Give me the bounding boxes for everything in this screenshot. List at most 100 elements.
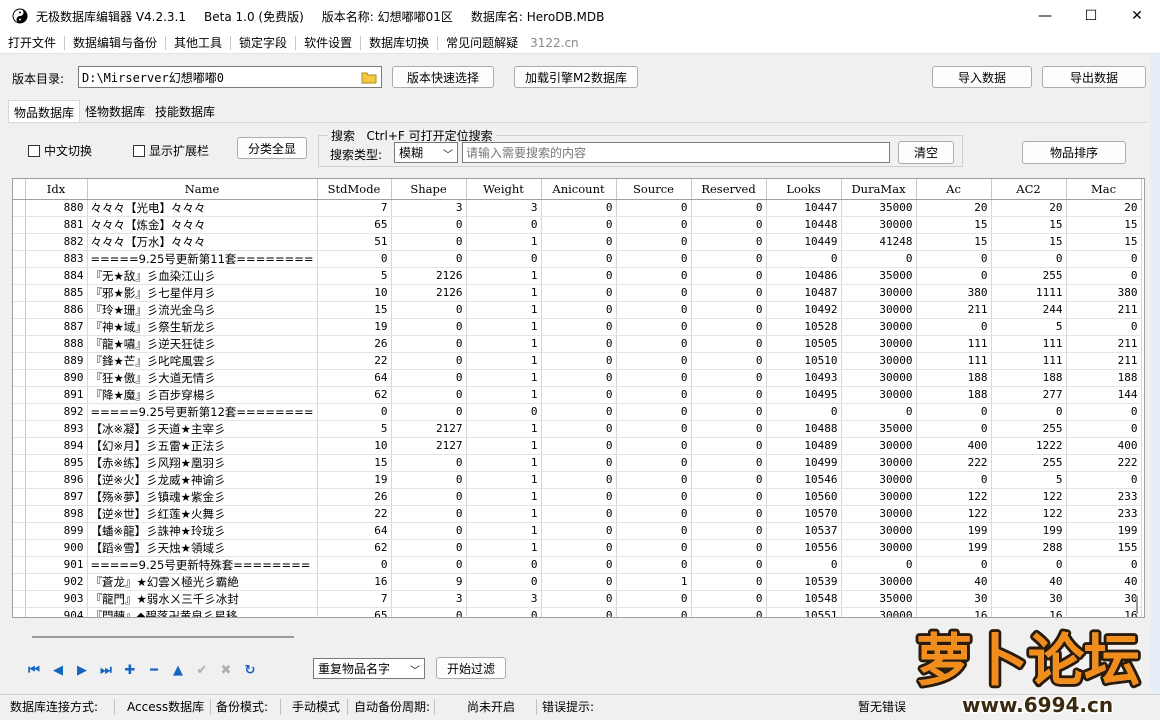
cell-ac[interactable]: 122 bbox=[916, 488, 992, 506]
cell-looks[interactable]: 10487 bbox=[766, 284, 842, 302]
cell-reserved[interactable]: 0 bbox=[691, 505, 767, 523]
row-indicator[interactable] bbox=[13, 216, 26, 234]
row-indicator[interactable] bbox=[13, 505, 26, 523]
row-indicator[interactable] bbox=[13, 573, 26, 591]
cell-idx[interactable]: 900 bbox=[25, 539, 88, 557]
table-row[interactable]: 895 【赤※练】彡风翔★凰羽彡 15 0 1 0 0 0 10499 30000 222 255 22… bbox=[13, 454, 1142, 472]
cell-reserved[interactable]: 0 bbox=[691, 454, 767, 472]
cell-idx[interactable]: 882 bbox=[25, 233, 88, 251]
row-indicator[interactable] bbox=[13, 539, 26, 557]
cell-duramax[interactable]: 30000 bbox=[841, 369, 917, 387]
table-row[interactable]: 880 々々々【光电】々々々 7 3 3 0 0 0 10447 35000 20 20 20 bbox=[13, 199, 1142, 217]
cell-reserved[interactable]: 0 bbox=[691, 573, 767, 591]
maximize-button[interactable]: ☐ bbox=[1068, 0, 1114, 32]
cell-ac2[interactable]: 199 bbox=[991, 522, 1067, 540]
menu-faq[interactable]: 常见问题解疑 bbox=[438, 34, 526, 51]
column-header-anicount[interactable]: Anicount bbox=[541, 179, 617, 200]
cell-looks[interactable]: 10486 bbox=[766, 267, 842, 285]
cell-name[interactable]: 『神★域』彡祭生斩龙彡 bbox=[87, 318, 318, 336]
row-indicator[interactable] bbox=[13, 454, 26, 472]
cell-duramax[interactable]: 30000 bbox=[841, 522, 917, 540]
cell-reserved[interactable]: 0 bbox=[691, 471, 767, 489]
cell-weight[interactable]: 1 bbox=[466, 454, 542, 472]
cell-source[interactable]: 0 bbox=[616, 335, 692, 353]
row-indicator[interactable] bbox=[13, 301, 26, 319]
row-indicator[interactable] bbox=[13, 488, 26, 506]
first-icon[interactable]: ⏮ bbox=[22, 660, 46, 680]
cell-name[interactable]: 【冰※凝】彡天道★主宰彡 bbox=[87, 420, 318, 438]
cell-source[interactable]: 0 bbox=[616, 505, 692, 523]
cell-mac[interactable]: 0 bbox=[1066, 250, 1142, 268]
cell-name[interactable]: 【幻※月】彡五雷★正法彡 bbox=[87, 437, 318, 455]
cell-reserved[interactable]: 0 bbox=[691, 250, 767, 268]
cell-weight[interactable]: 1 bbox=[466, 301, 542, 319]
cell-weight[interactable]: 0 bbox=[466, 216, 542, 234]
cell-name[interactable]: 【蟠※龍】彡誅神★玲珑彡 bbox=[87, 522, 318, 540]
cell-stdmode[interactable]: 16 bbox=[317, 573, 392, 591]
cell-ac2[interactable]: 1222 bbox=[991, 437, 1067, 455]
cell-ac2[interactable]: 255 bbox=[991, 420, 1067, 438]
cell-mac[interactable]: 155 bbox=[1066, 539, 1142, 557]
table-row[interactable]: 886 『玲★珊』彡流光金乌彡 15 0 1 0 0 0 10492 30000 211 244 211 bbox=[13, 301, 1142, 319]
cell-mac[interactable]: 0 bbox=[1066, 318, 1142, 336]
cell-anicount[interactable]: 0 bbox=[541, 216, 617, 234]
cell-stdmode[interactable]: 0 bbox=[317, 403, 392, 421]
cell-source[interactable]: 0 bbox=[616, 250, 692, 268]
cell-weight[interactable]: 0 bbox=[466, 250, 542, 268]
row-indicator[interactable] bbox=[13, 233, 26, 251]
cell-ac2[interactable]: 15 bbox=[991, 216, 1067, 234]
cell-duramax[interactable]: 30000 bbox=[841, 437, 917, 455]
menu-lock-fields[interactable]: 锁定字段 bbox=[231, 34, 295, 51]
cell-source[interactable]: 0 bbox=[616, 267, 692, 285]
cell-weight[interactable]: 1 bbox=[466, 471, 542, 489]
cell-mac[interactable]: 0 bbox=[1066, 267, 1142, 285]
cell-name[interactable]: 『狂★傲』彡大道无情彡 bbox=[87, 369, 318, 387]
cell-ac2[interactable]: 188 bbox=[991, 369, 1067, 387]
cell-mac[interactable]: 211 bbox=[1066, 352, 1142, 370]
cell-shape[interactable]: 0 bbox=[391, 318, 467, 336]
cell-mac[interactable]: 400 bbox=[1066, 437, 1142, 455]
show-all-button[interactable]: 分类全显 bbox=[237, 137, 307, 159]
cell-looks[interactable]: 10505 bbox=[766, 335, 842, 353]
cell-looks[interactable]: 10551 bbox=[766, 607, 842, 617]
cell-source[interactable]: 0 bbox=[616, 386, 692, 404]
menu-edit-backup[interactable]: 数据编辑与备份 bbox=[65, 34, 165, 51]
cell-looks[interactable]: 10499 bbox=[766, 454, 842, 472]
cell-anicount[interactable]: 0 bbox=[541, 335, 617, 353]
cell-ac2[interactable]: 122 bbox=[991, 505, 1067, 523]
cell-reserved[interactable]: 0 bbox=[691, 386, 767, 404]
cell-ac[interactable]: 15 bbox=[916, 216, 992, 234]
cell-shape[interactable]: 2127 bbox=[391, 437, 467, 455]
table-row[interactable]: 900 【蹈※雪】彡天烛★領域彡 62 0 1 0 0 0 10556 30000 199 288 15… bbox=[13, 539, 1142, 557]
cell-reserved[interactable]: 0 bbox=[691, 556, 767, 574]
tab-skills[interactable]: 技能数据库 bbox=[150, 100, 220, 122]
cell-duramax[interactable]: 30000 bbox=[841, 284, 917, 302]
table-row[interactable]: 890 『狂★傲』彡大道无情彡 64 0 1 0 0 0 10493 30000 188 188 188 bbox=[13, 369, 1142, 387]
cell-reserved[interactable]: 0 bbox=[691, 216, 767, 234]
row-indicator[interactable] bbox=[13, 352, 26, 370]
cell-duramax[interactable]: 35000 bbox=[841, 267, 917, 285]
cell-shape[interactable]: 0 bbox=[391, 250, 467, 268]
cell-mac[interactable]: 0 bbox=[1066, 403, 1142, 421]
cell-weight[interactable]: 1 bbox=[466, 352, 542, 370]
cell-idx[interactable]: 886 bbox=[25, 301, 88, 319]
cell-anicount[interactable]: 0 bbox=[541, 437, 617, 455]
cell-anicount[interactable]: 0 bbox=[541, 471, 617, 489]
cell-ac[interactable]: 188 bbox=[916, 386, 992, 404]
cell-anicount[interactable]: 0 bbox=[541, 607, 617, 617]
cell-mac[interactable]: 0 bbox=[1066, 471, 1142, 489]
cell-mac[interactable]: 199 bbox=[1066, 522, 1142, 540]
item-grid[interactable]: Idx Name StdMode Shape Weight Anicount Source R… bbox=[12, 178, 1145, 618]
cell-stdmode[interactable]: 19 bbox=[317, 318, 392, 336]
cell-source[interactable]: 0 bbox=[616, 284, 692, 302]
cell-duramax[interactable]: 30000 bbox=[841, 573, 917, 591]
filter-type-select[interactable]: 重复物品名字 ﹀ bbox=[313, 658, 425, 679]
close-button[interactable]: ✕ bbox=[1114, 0, 1160, 32]
cell-duramax[interactable]: 30000 bbox=[841, 386, 917, 404]
cell-stdmode[interactable]: 62 bbox=[317, 386, 392, 404]
cell-idx[interactable]: 889 bbox=[25, 352, 88, 370]
cell-stdmode[interactable]: 26 bbox=[317, 335, 392, 353]
cell-duramax[interactable]: 30000 bbox=[841, 335, 917, 353]
column-header-name[interactable]: Name bbox=[87, 179, 318, 200]
cell-ac2[interactable]: 111 bbox=[991, 352, 1067, 370]
